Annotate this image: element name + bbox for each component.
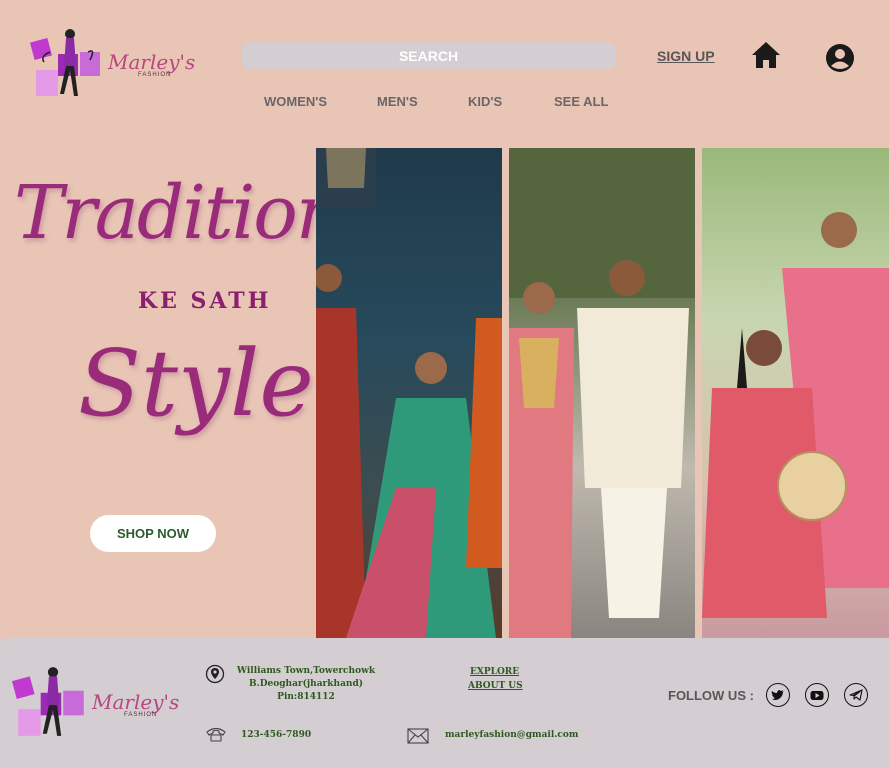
hero-photo-3 (702, 148, 889, 638)
hero-photo-2 (509, 148, 695, 638)
account-icon[interactable] (825, 43, 855, 73)
hero-photo-1 (316, 148, 502, 638)
brand-subtitle: FASHION (138, 72, 172, 78)
location-pin-icon (205, 664, 225, 684)
twitter-button[interactable] (766, 683, 790, 707)
brand-name: Marley's (108, 50, 196, 74)
telegram-icon (849, 689, 863, 701)
shop-now-button[interactable]: SHOP NOW (90, 515, 216, 552)
address-line-1: Williams Town,Towerchowk (236, 666, 376, 676)
youtube-icon (810, 691, 824, 700)
shopping-bags-logo-icon (30, 29, 100, 96)
twitter-icon (771, 690, 784, 700)
nav-mens[interactable]: MEN'S (377, 94, 418, 109)
follow-us-label: FOLLOW US : (668, 688, 754, 703)
shopping-bags-logo-icon (12, 667, 84, 736)
hero-tradition-heading: Tradition (14, 170, 344, 256)
phone-icon (206, 727, 226, 742)
hero-style-heading: Style (78, 330, 314, 437)
footer-email[interactable]: marleyfashion@gmail.com (445, 730, 578, 740)
hero-ke-sath-text: KE SATH (138, 288, 272, 314)
nav-kids[interactable]: KID'S (468, 94, 502, 109)
about-us-link[interactable]: ABOUT US (468, 681, 523, 691)
explore-link[interactable]: EXPLORE (470, 667, 519, 677)
mail-icon (407, 728, 429, 744)
footer-brand-subtitle: FASHION (124, 712, 158, 718)
telegram-button[interactable] (844, 683, 868, 707)
footer-address: Williams Town,Towerchowk B.Deoghar(jhark… (236, 665, 376, 704)
nav-see-all[interactable]: SEE ALL (554, 94, 608, 109)
brand-logo[interactable]: Marley's FASHION (30, 26, 200, 100)
footer-phone[interactable]: 123-456-7890 (241, 730, 311, 740)
sign-up-link[interactable]: SIGN UP (657, 48, 715, 64)
footer: Marley's FASHION Williams Town,Towerchow… (0, 638, 889, 768)
address-line-2: B.Deoghar(jharkhand) (248, 679, 364, 689)
nav-womens[interactable]: WOMEN'S (264, 94, 327, 109)
search-bar[interactable]: SEARCH (242, 42, 615, 70)
footer-brand-name: Marley's (92, 690, 180, 714)
youtube-button[interactable] (805, 683, 829, 707)
address-line-3: Pin:814112 (277, 692, 335, 702)
footer-brand-logo[interactable]: Marley's FASHION (12, 662, 182, 742)
home-icon[interactable] (750, 40, 782, 70)
